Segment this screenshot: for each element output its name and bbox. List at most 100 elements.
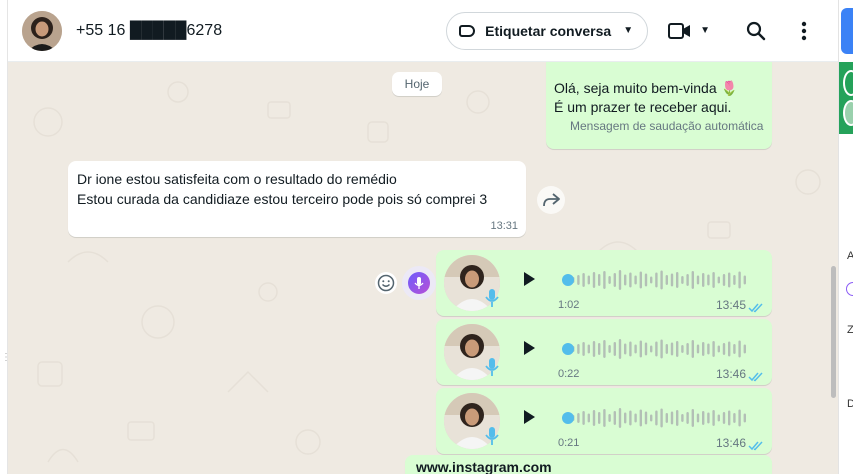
waveform-bar [670, 342, 674, 356]
waveform-bar [686, 412, 689, 424]
contact-name[interactable]: +55 16 █████6278 [76, 22, 222, 40]
waveform-bar [587, 344, 590, 354]
waveform-bar [660, 408, 663, 428]
side-panel-icon[interactable] [846, 282, 853, 296]
chevron-down-icon: ▼ [623, 25, 634, 36]
waveform-bar [665, 275, 668, 285]
waveform-bar [608, 414, 611, 422]
waveform-bar [624, 274, 627, 286]
waveform-bar [707, 343, 710, 355]
waveform-bar [644, 411, 648, 425]
voice-waveform[interactable] [562, 268, 752, 292]
link-message[interactable]: www.instagram.com [405, 455, 772, 474]
waveform-bar [629, 341, 632, 357]
play-button[interactable] [522, 271, 536, 292]
waveform-bar [712, 341, 715, 357]
contact-avatar[interactable] [22, 10, 62, 51]
video-call-button[interactable]: ▼ [668, 22, 710, 40]
waveform-bar [644, 342, 648, 356]
waveform-bar [722, 274, 726, 286]
play-button[interactable] [522, 409, 536, 430]
reaction-button[interactable] [375, 272, 397, 294]
play-icon [524, 410, 535, 424]
waveform-bar [582, 411, 585, 425]
right-side-panel-edge: A Z D [838, 0, 853, 474]
mic-icon [485, 357, 499, 382]
play-button[interactable] [522, 340, 536, 361]
waveform-bar [691, 340, 694, 358]
waveform-bar [676, 272, 679, 288]
waveform-bar [582, 342, 585, 356]
waveform-bar [702, 411, 705, 425]
chat-header: +55 16 █████6278 Etiquetar conversa ▼ ▼ [8, 0, 838, 62]
ai-voice-icon [408, 272, 430, 294]
waveform-bar [665, 413, 668, 423]
waveform-bar [650, 414, 653, 422]
left-panel-edge: ⋮ [0, 0, 11, 474]
voice-duration: 0:22 [558, 368, 580, 380]
waveform-bar [650, 276, 653, 284]
playback-knob [562, 412, 574, 424]
waveform-bar [603, 271, 606, 289]
chat-scrollbar[interactable] [831, 266, 836, 398]
waveform-bar [587, 413, 590, 423]
waveform-bar [608, 345, 611, 353]
waveform-bar [639, 340, 642, 358]
side-panel-letter: A [847, 250, 853, 262]
greeting-message[interactable]: Olá, seja muito bem-vinda 🌷 É um prazer … [546, 62, 772, 149]
search-button[interactable] [736, 11, 776, 51]
waveform-bar [681, 414, 684, 422]
waveform-bar [676, 341, 679, 357]
side-panel-tab[interactable] [841, 8, 853, 54]
waveform-bar [712, 272, 715, 288]
resize-handle[interactable]: ⋮ [1, 352, 11, 382]
message-line-2: Estou curada da candidiaze estou terceir… [77, 191, 488, 207]
voice-duration: 1:02 [558, 299, 580, 311]
waveform-bar [696, 344, 700, 354]
waveform-bar [722, 412, 726, 424]
search-icon [746, 21, 766, 40]
incoming-message[interactable]: Dr ione estou satisfeita com o resultado… [68, 161, 526, 237]
ai-transcribe-button[interactable] [402, 266, 436, 300]
voice-waveform[interactable] [562, 337, 752, 361]
waveform-bar [603, 409, 606, 427]
waveform-bar [738, 340, 741, 358]
waveform-bar [676, 410, 679, 426]
waveform-bar [634, 413, 637, 423]
waveform-bar [587, 275, 590, 285]
link-text[interactable]: www.instagram.com [416, 459, 552, 474]
playback-knob [562, 343, 574, 355]
voice-duration: 0:21 [558, 437, 580, 449]
waveform-bar [618, 270, 622, 290]
menu-button[interactable] [784, 11, 824, 51]
waveform-bar [634, 344, 637, 354]
waveform-bar [722, 343, 726, 355]
waveform-bar [650, 345, 653, 353]
waveform-bar [696, 275, 700, 285]
video-call-icon [668, 22, 691, 39]
waveform-bar [665, 344, 668, 354]
voice-message[interactable]: 1:02 13:45 [436, 250, 772, 316]
voice-message[interactable]: 0:22 13:46 [436, 319, 772, 385]
chat-messages[interactable]: Olá, seja muito bem-vinda 🌷 É um prazer … [8, 62, 831, 474]
side-panel-ring [843, 70, 853, 96]
avatar-image [22, 10, 62, 51]
waveform-bar [592, 410, 596, 426]
label-button-text: Etiquetar conversa [485, 22, 612, 39]
waveform-bar [733, 275, 736, 285]
greeting-subtitle: Mensagem de saudação automática [570, 119, 764, 133]
voice-waveform[interactable] [562, 406, 752, 430]
side-panel-ring [843, 100, 853, 126]
waveform-bar [743, 275, 746, 285]
greeting-line-1: Olá, seja muito bem-vinda 🌷 [554, 80, 738, 96]
voice-message[interactable]: 0:21 13:46 [436, 388, 772, 454]
waveform-bar [598, 343, 601, 355]
forward-button[interactable] [537, 186, 565, 214]
waveform-bar [655, 341, 658, 357]
menu-icon [801, 21, 807, 40]
double-check-icon [748, 369, 764, 387]
waveform-bar [712, 410, 715, 426]
waveform-bar [743, 344, 746, 354]
label-conversation-button[interactable]: Etiquetar conversa ▼ [446, 11, 649, 50]
label-icon [459, 24, 476, 37]
